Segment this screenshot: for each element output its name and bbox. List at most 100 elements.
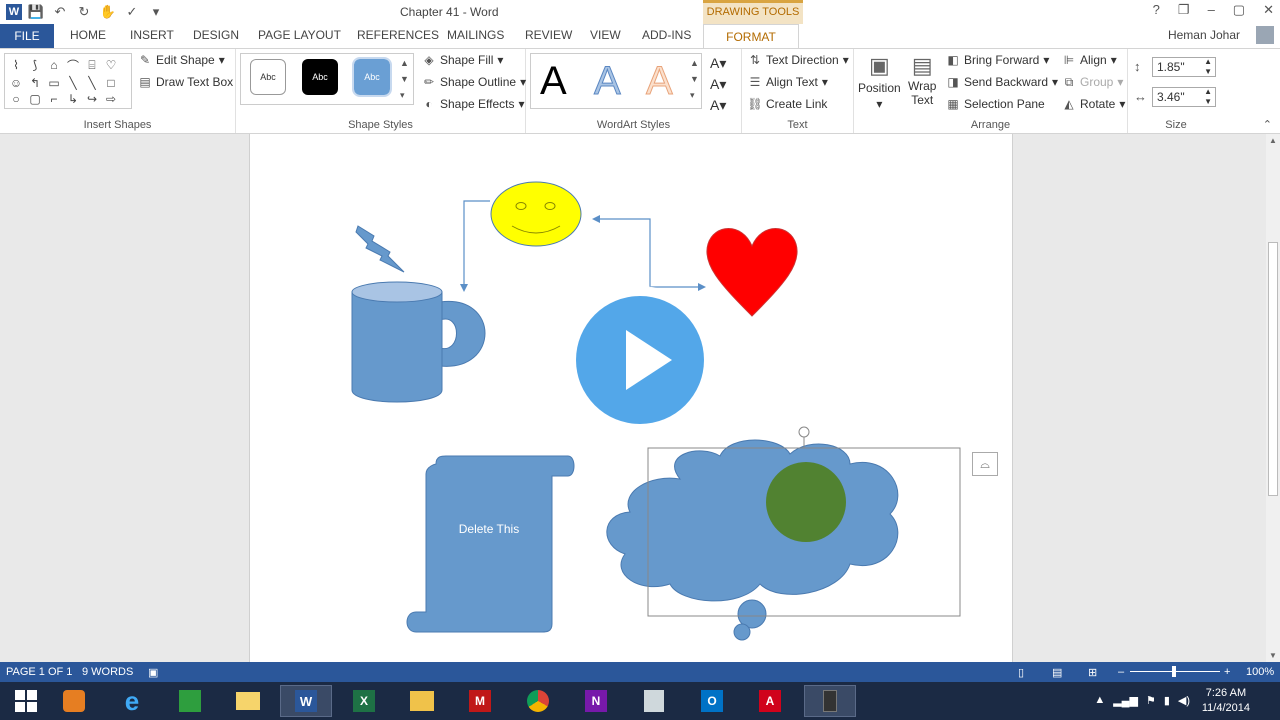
tab-view[interactable]: VIEW [590,28,621,42]
taskbar-camera[interactable] [804,685,856,717]
style-sample-black[interactable]: Abc [302,59,338,95]
web-layout-icon[interactable]: ⊞ [1088,666,1097,679]
draw-text-box-button[interactable]: ▤ Draw Text Box [138,75,233,89]
shape-heart-icon[interactable]: ♡ [102,56,120,74]
taskbar-explorer-folder[interactable] [222,685,274,717]
battery-icon[interactable]: ▮ [1164,694,1170,707]
proofing-icon[interactable]: ▣ [148,666,158,679]
position-button[interactable]: ▣ Position ▾ [858,53,901,111]
user-name[interactable]: Heman Johar [1168,28,1240,42]
volume-icon[interactable]: ◀) [1178,694,1190,707]
maximize-button[interactable]: ▢ [1233,2,1245,18]
shape-width-input[interactable]: 3.46" ▲ ▼ [1152,87,1216,107]
align-text-button[interactable]: ☰ Align Text ▾ [748,75,828,89]
selection-pane-button[interactable]: ▦ Selection Pane [946,97,1044,111]
shapes-gallery[interactable]: ⌇ ⟆ ⌂ ⌒ ⌸ ♡ ☺ ↰ ▭ ╲ ╲ □ ○ ▢ ⌐ ↳ ↪ ⇨ [4,53,132,109]
shape-freeform-icon[interactable]: ⌇ [7,56,25,74]
tab-insert[interactable]: INSERT [130,28,174,42]
touch-mode-icon[interactable]: ✋ [98,2,118,22]
shape-l-icon[interactable]: ⌐ [45,91,63,106]
undo-icon[interactable]: ↶ [50,2,70,22]
rotate-button[interactable]: ◭ Rotate ▾ [1062,97,1125,111]
shape-fill-button[interactable]: ◈ Shape Fill ▾ [422,53,503,67]
shape-line2-icon[interactable]: ╲ [83,75,101,90]
zoom-slider-thumb[interactable] [1172,666,1176,677]
shape-connector-icon[interactable]: ↰ [26,75,44,90]
taskbar-onenote[interactable]: N [570,685,622,717]
shape-elbow-icon[interactable]: ↳ [64,91,82,106]
gallery-scroll-icon[interactable]: ▲ ▼ ▾ [400,55,409,103]
help-button[interactable]: ? [1153,2,1160,18]
vertical-scrollbar[interactable]: ▲ ▼ [1266,134,1280,662]
zoom-in-icon[interactable]: + [1224,666,1230,678]
group-button[interactable]: ⧉ Group ▾ [1062,75,1124,90]
signal-icon[interactable]: ▂▄▆ [1113,694,1138,707]
bring-forward-button[interactable]: ◧ Bring Forward ▾ [946,53,1049,67]
wordart-sample-black[interactable]: A [540,59,567,104]
customize-qat-icon[interactable]: ▾ [146,2,166,22]
shape-smiley-icon[interactable]: ☺ [7,75,25,90]
video-play-button[interactable] [566,286,714,434]
taskbar-acrobat[interactable]: A [744,685,796,717]
avatar[interactable] [1256,26,1274,44]
word-count[interactable]: 9 WORDS [82,666,133,678]
tab-design[interactable]: DESIGN [193,28,239,42]
taskbar-excel[interactable]: X [338,685,390,717]
tab-format[interactable]: FORMAT [703,24,799,48]
taskbar-notes[interactable] [628,685,680,717]
page-count[interactable]: PAGE 1 OF 1 [6,666,72,678]
tab-mailings[interactable]: MAILINGS [447,28,504,42]
system-clock[interactable]: 7:26 AM 11/4/2014 [1202,686,1250,716]
text-format-icons[interactable]: A▾ A▾ A▾ [710,53,726,116]
text-direction-button[interactable]: ⇅ Text Direction ▾ [748,53,849,67]
wordart-scroll-icon[interactable]: ▲ ▼ ▾ [690,55,699,103]
shape-height-input[interactable]: 1.85" ▲ ▼ [1152,57,1216,77]
tab-review[interactable]: REVIEW [525,28,572,42]
scroll-down-icon[interactable]: ▼ [1269,651,1277,660]
taskbar-store[interactable] [164,685,216,717]
taskbar-outlook[interactable]: O [686,685,738,717]
shape-arc-icon[interactable]: ⌒ [64,56,82,74]
scroll-thumb[interactable] [1268,242,1278,496]
shape-line-icon[interactable]: ╲ [64,75,82,90]
edit-shape-button[interactable]: ✎ Edit Shape ▾ [138,53,225,67]
shape-arrow-icon[interactable]: ⇨ [102,91,120,106]
width-spinner[interactable]: ▲ ▼ [1204,87,1212,107]
tab-add-ins[interactable]: ADD-INS [642,28,691,42]
shape-rect-icon[interactable]: □ [102,75,120,90]
tab-home[interactable]: HOME [70,28,106,42]
taskbar-mcafee[interactable]: M [454,685,506,717]
shape-can-icon[interactable]: ⌂ [45,56,63,74]
style-sample-outline[interactable]: Abc [250,59,286,95]
show-hidden-icons-icon[interactable]: ▲ [1094,694,1105,707]
taskbar-ie[interactable]: e [106,685,158,717]
minimize-button[interactable]: – [1208,2,1215,18]
align-button[interactable]: ⊫ Align ▾ [1062,53,1117,67]
scroll-text[interactable]: Delete This [426,522,552,536]
taskbar-file-explorer[interactable] [396,685,448,717]
zoom-level[interactable]: 100% [1246,666,1274,678]
shape-oval-icon[interactable]: ○ [7,91,25,106]
flag-icon[interactable]: ⚑ [1146,694,1156,707]
wordart-sample-blue[interactable]: A [594,59,622,104]
wordart-sample-orange[interactable]: A [646,59,674,104]
send-backward-button[interactable]: ◨ Send Backward ▾ [946,75,1058,89]
taskbar-chrome[interactable] [512,685,564,717]
close-button[interactable]: ✕ [1263,2,1274,18]
shape-cylinder-icon[interactable]: ⌸ [83,56,101,74]
wrap-text-button[interactable]: ▤ Wrap Text [908,53,936,107]
redo-icon[interactable]: ↻ [74,2,94,22]
start-button[interactable] [0,685,52,717]
tab-file[interactable]: FILE [0,24,54,48]
shape-square-icon[interactable]: ▭ [45,75,63,90]
create-link-button[interactable]: ⛓ Create Link [747,97,827,111]
taskbar-word[interactable]: W [280,685,332,717]
ribbon-display-button[interactable]: ❐ [1178,2,1190,18]
shape-effects-button[interactable]: ◐ Shape Effects ▾ [422,97,524,111]
scroll-up-icon[interactable]: ▲ [1269,136,1277,145]
zoom-out-icon[interactable]: – [1118,666,1124,678]
height-spinner[interactable]: ▲ ▼ [1204,57,1212,77]
shape-scribble-icon[interactable]: ⟆ [26,56,44,74]
tab-references[interactable]: REFERENCES [357,28,439,42]
spelling-icon[interactable]: ✓ [122,2,142,22]
